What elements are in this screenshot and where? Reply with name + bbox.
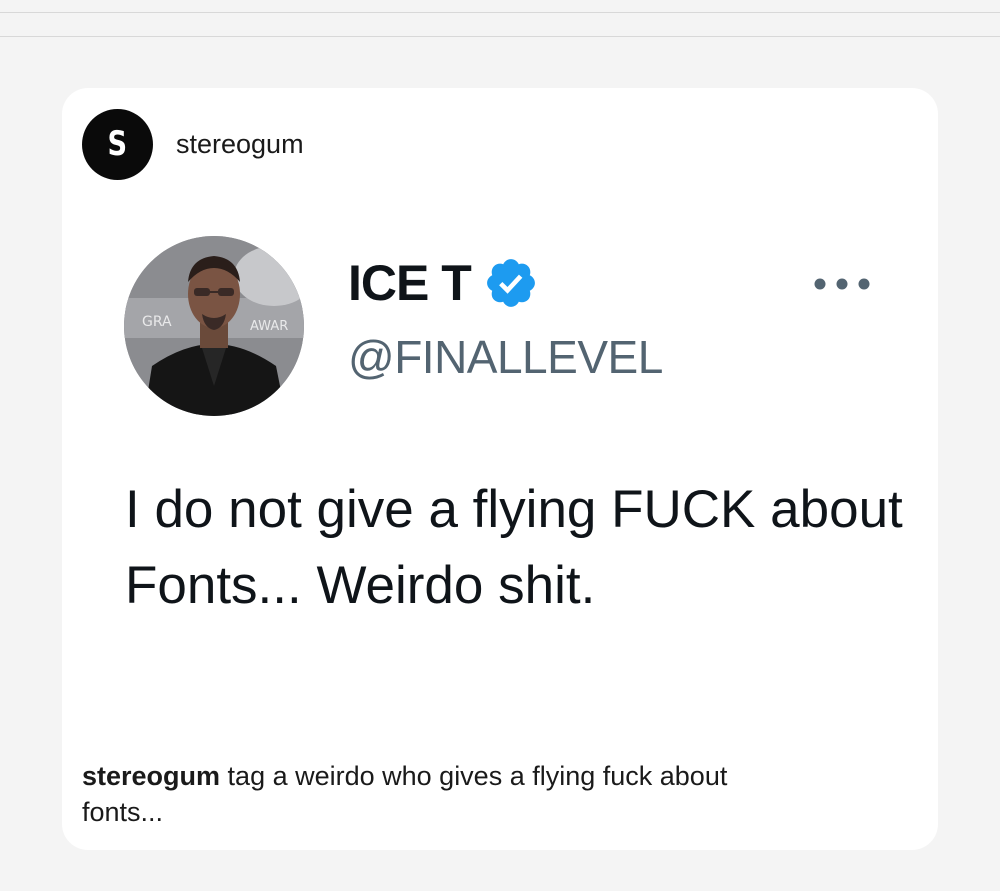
caption-username[interactable]: stereogum: [82, 761, 220, 791]
tweet-handle[interactable]: @FINALLEVEL: [348, 330, 663, 384]
account-avatar[interactable]: S: [82, 108, 153, 180]
tweet-avatar[interactable]: GRA AWAR: [124, 236, 304, 416]
post-caption: stereogum tag a weirdo who gives a flyin…: [82, 758, 782, 830]
top-divider-secondary: [0, 36, 1000, 37]
tweet-text: I do not give a flying FUCK about Fonts.…: [125, 480, 903, 615]
post-card: S stereogum GRA AWAR ICE T @FINALLEVEL I…: [62, 88, 938, 850]
avatar-photo: GRA AWAR: [124, 236, 304, 416]
account-logo-letter: S: [107, 124, 128, 164]
verified-badge-icon: [486, 259, 535, 307]
avatar-backdrop-text-right: AWAR: [250, 319, 288, 334]
more-options-icon[interactable]: [810, 272, 874, 296]
tweet-author[interactable]: ICE T: [348, 254, 539, 312]
account-name[interactable]: stereogum: [176, 129, 304, 160]
post-header[interactable]: S stereogum: [82, 108, 304, 180]
top-divider: [0, 12, 1000, 13]
avatar-backdrop-text-left: GRA: [142, 314, 172, 330]
tweet-display-name[interactable]: ICE T: [348, 254, 472, 312]
